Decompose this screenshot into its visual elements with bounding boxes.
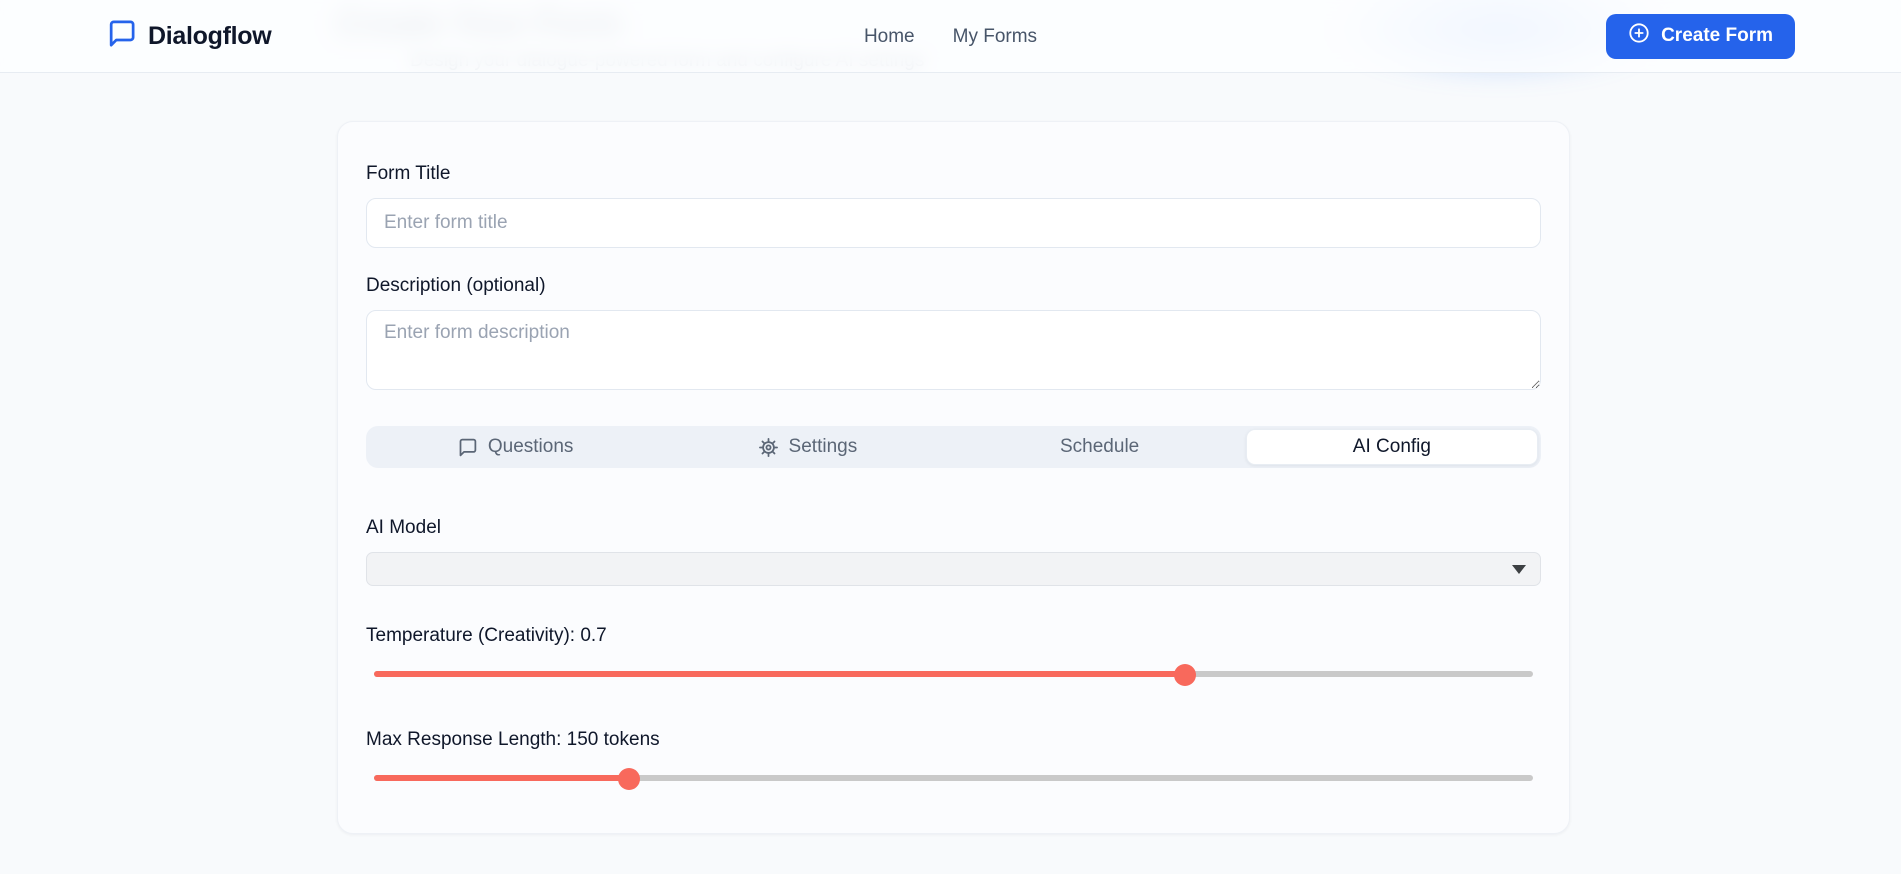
tab-settings[interactable]: Settings bbox=[661, 429, 953, 465]
temperature-slider[interactable] bbox=[374, 664, 1533, 686]
create-form-button[interactable]: Create Form bbox=[1606, 13, 1795, 59]
temperature-slider-thumb[interactable] bbox=[1174, 664, 1197, 686]
tab-questions[interactable]: Questions bbox=[369, 429, 661, 465]
create-form-button-label: Create Form bbox=[1661, 25, 1773, 46]
max-length-label: Max Response Length: 150 tokens bbox=[366, 729, 660, 750]
description-label: Description (optional) bbox=[366, 275, 546, 296]
tab-ai-config-label: AI Config bbox=[1352, 436, 1431, 457]
tab-questions-label: Questions bbox=[487, 436, 574, 457]
nav-link-my-forms[interactable]: My Forms bbox=[953, 26, 1037, 48]
temperature-label: Temperature (Creativity): 0.7 bbox=[366, 625, 607, 646]
form-builder-card: Form Title Description (optional) Questi… bbox=[337, 121, 1570, 834]
plus-circle-icon bbox=[1628, 22, 1650, 50]
nav-link-home[interactable]: Home bbox=[864, 26, 915, 48]
brand[interactable]: Dialogflow bbox=[106, 18, 272, 54]
tab-settings-label: Settings bbox=[788, 436, 858, 457]
ai-model-label: AI Model bbox=[366, 517, 441, 538]
chat-bubble-icon bbox=[457, 437, 478, 458]
ai-model-select[interactable] bbox=[366, 552, 1541, 586]
form-title-input[interactable] bbox=[366, 198, 1541, 248]
dropdown-arrow-icon bbox=[1512, 564, 1526, 574]
brand-name: Dialogflow bbox=[148, 21, 272, 50]
max-length-slider-fill bbox=[374, 775, 629, 781]
max-length-slider[interactable] bbox=[374, 768, 1533, 790]
max-length-slider-thumb[interactable] bbox=[617, 768, 640, 790]
chat-bubble-logo-icon bbox=[106, 18, 137, 54]
tab-bar: Questions Settings Schedule AI Config bbox=[366, 426, 1541, 468]
description-textarea[interactable] bbox=[366, 310, 1541, 390]
temperature-slider-fill bbox=[374, 671, 1186, 677]
form-title-label: Form Title bbox=[366, 163, 451, 184]
navbar: Dialogflow Home My Forms Create Form bbox=[0, 0, 1901, 73]
tab-schedule[interactable]: Schedule bbox=[954, 429, 1246, 465]
tab-ai-config[interactable]: AI Config bbox=[1245, 429, 1538, 465]
tab-schedule-label: Schedule bbox=[1060, 436, 1140, 457]
gear-icon bbox=[758, 437, 779, 458]
